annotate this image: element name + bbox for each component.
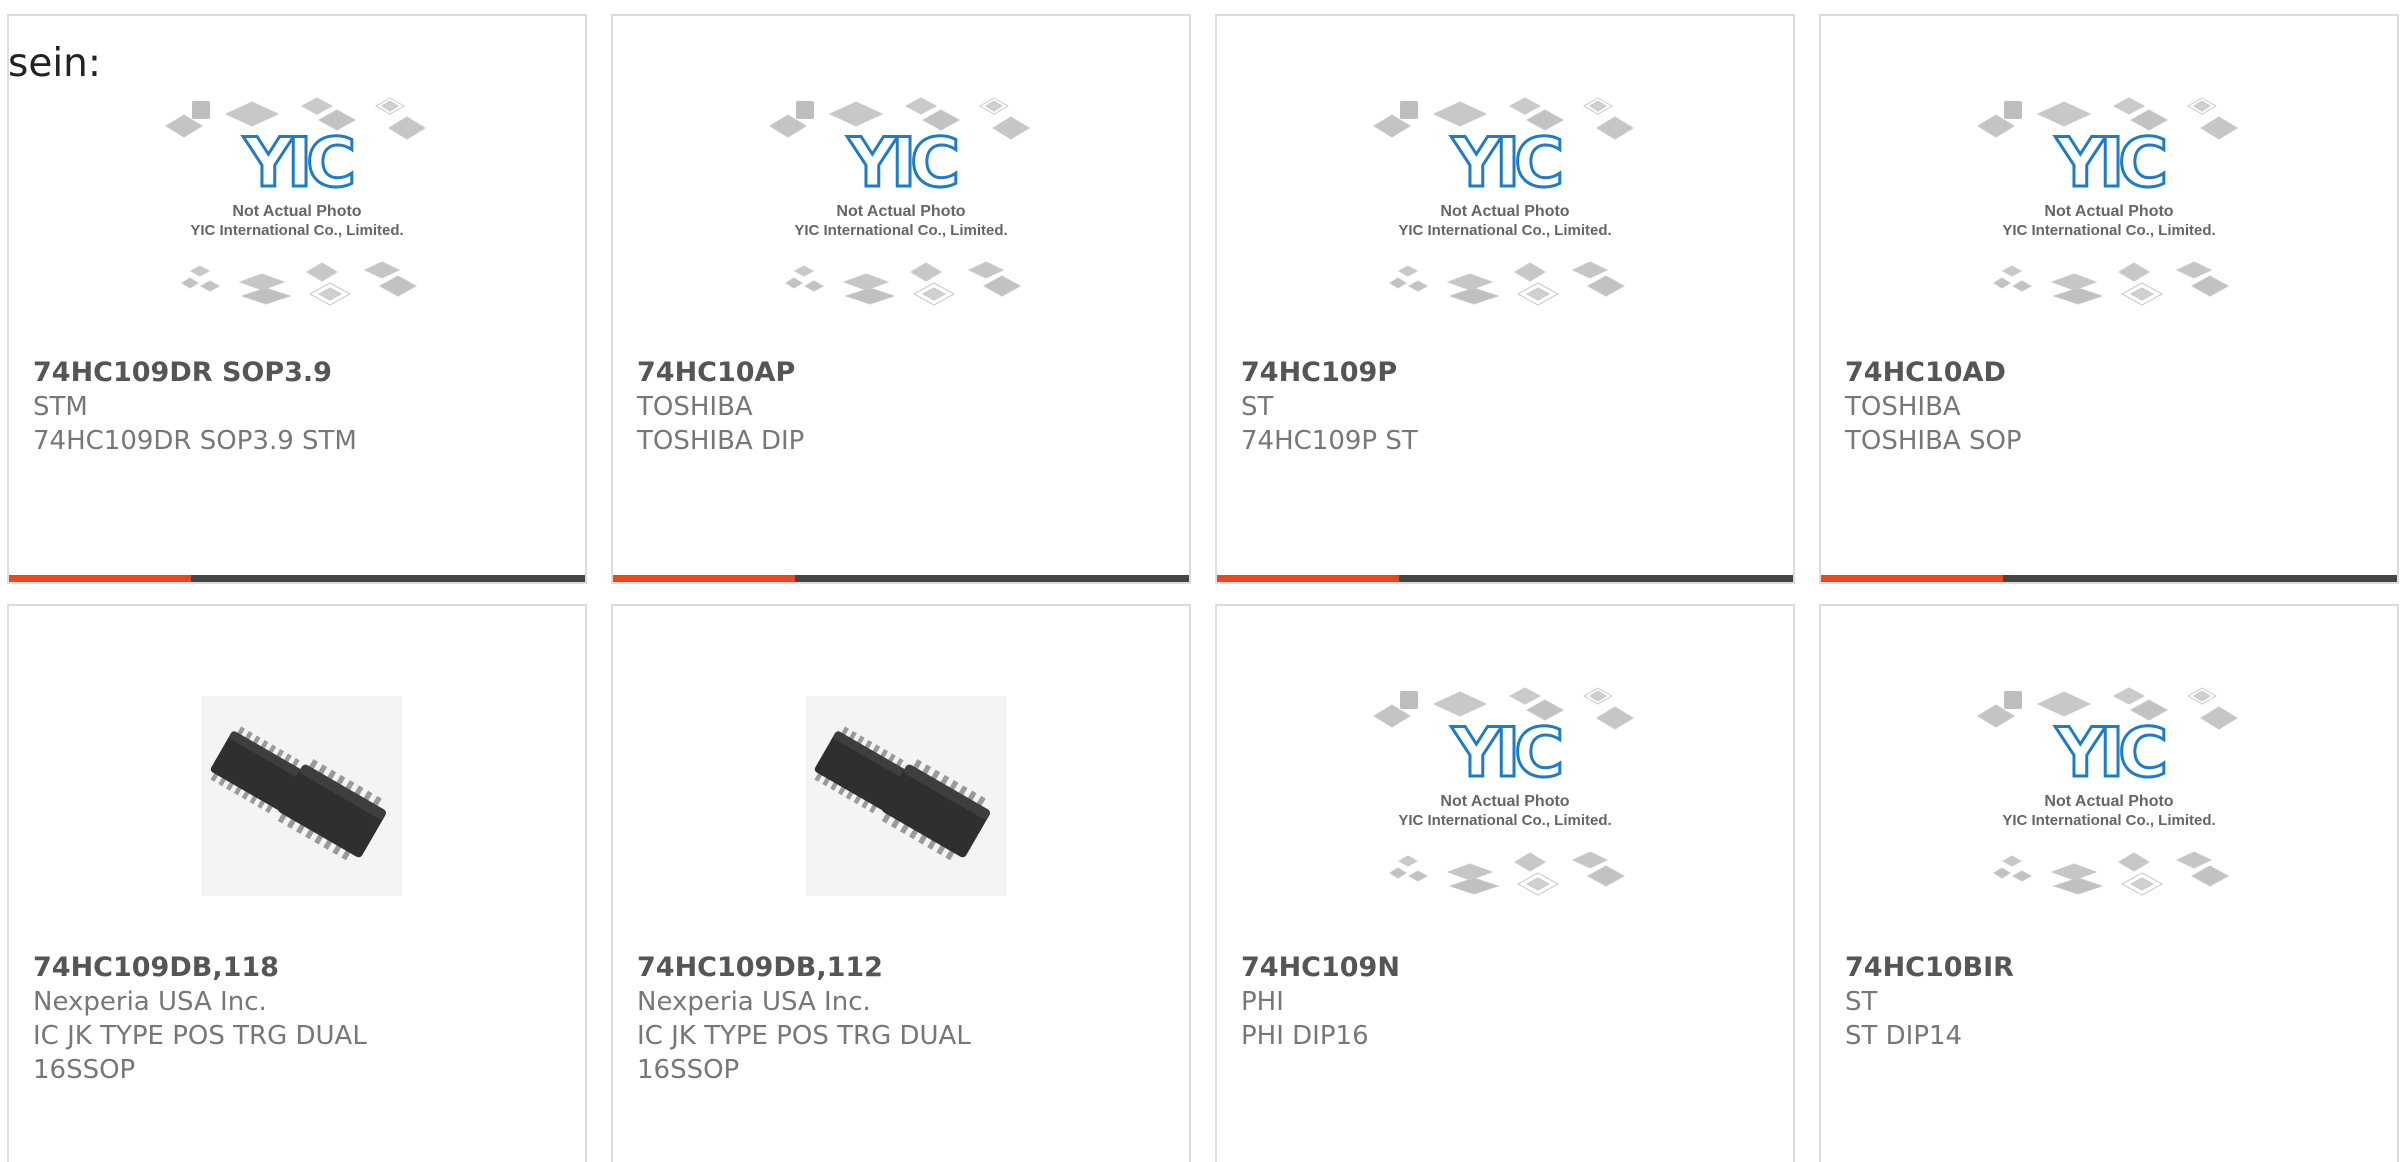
svg-text:YIC: YIC	[2055, 714, 2165, 793]
company-name-text: YIC International Co., Limited.	[794, 222, 1007, 239]
company-name-text: YIC International Co., Limited.	[2002, 812, 2215, 829]
product-card[interactable]: 74HC109DB,112 Nexperia USA Inc. IC JK TY…	[611, 604, 1191, 1162]
yic-logo: YIC	[241, 123, 360, 205]
card-bottom-bar	[1821, 575, 2397, 582]
company-name-text: YIC International Co., Limited.	[1398, 812, 1611, 829]
part-number-link[interactable]: 74HC10AP	[637, 356, 1157, 390]
placeholder-logo-image: YICNot Actual Photo YIC International Co.…	[769, 97, 1030, 306]
manufacturer: Nexperia USA Inc.	[637, 987, 871, 1017]
package-outline-icons	[181, 261, 418, 306]
description-line: PHI DIP16	[1241, 1021, 1369, 1051]
product-card[interactable]: YIC Not Actual Photo YIC International Co.…	[1819, 14, 2399, 584]
accent-bar	[613, 575, 795, 582]
yic-logo: YIC	[1449, 123, 1568, 205]
product-info: 74HC10AD TOSHIBA TOSHIBA SOP	[1845, 356, 2365, 458]
svg-text:YIC: YIC	[243, 124, 353, 203]
part-number-link[interactable]: 74HC109DB,118	[33, 951, 553, 985]
not-actual-photo-text: Not Actual Photo	[2044, 203, 2173, 220]
product-card[interactable]: YIC Not Actual Photo YIC International Co.…	[1215, 14, 1795, 584]
ssop-chip-photo	[202, 696, 402, 896]
package-outline-icons	[785, 261, 1022, 306]
product-info: 74HC109DB,118 Nexperia USA Inc. IC JK TY…	[33, 951, 553, 1087]
product-image[interactable]: YIC Not Actual Photo YIC International Co.…	[1217, 86, 1793, 356]
package-outline-icons	[1389, 261, 1626, 306]
product-grid-page: sein: YIC Not Actual Photo YIC Internation…	[0, 0, 2400, 1162]
description-line: IC JK TYPE POS TRG DUAL	[33, 1021, 367, 1051]
package-outline-icons	[1993, 261, 2230, 306]
svg-text:YIC: YIC	[1451, 124, 1561, 203]
description-line: IC JK TYPE POS TRG DUAL	[637, 1021, 971, 1051]
product-image[interactable]: YIC Not Actual Photo YIC International Co.…	[613, 86, 1189, 356]
description-line: TOSHIBA DIP	[637, 426, 805, 456]
yic-logo: YIC	[1449, 713, 1568, 795]
manufacturer: TOSHIBA	[637, 392, 753, 422]
description-line: 16SSOP	[33, 1055, 136, 1085]
manufacturer: PHI	[1241, 987, 1284, 1017]
part-number-link[interactable]: 74HC109DR SOP3.9	[33, 356, 553, 390]
part-number-link[interactable]: 74HC10AD	[1845, 356, 2365, 390]
product-card[interactable]: YIC Not Actual Photo YIC International Co.…	[1819, 604, 2399, 1162]
part-number-link[interactable]: 74HC109N	[1241, 951, 1761, 985]
svg-text:YIC: YIC	[847, 124, 957, 203]
product-image[interactable]: YIC Not Actual Photo YIC International Co.…	[1821, 676, 2397, 946]
manufacturer: Nexperia USA Inc.	[33, 987, 267, 1017]
ssop-chip-photo	[806, 696, 1006, 896]
accent-bar	[1821, 575, 2003, 582]
placeholder-logo-image: YICNot Actual Photo YIC International Co.…	[165, 97, 426, 306]
yic-logo: YIC	[2053, 123, 2172, 205]
company-name-text: YIC International Co., Limited.	[190, 222, 403, 239]
company-name-text: YIC International Co., Limited.	[1398, 222, 1611, 239]
placeholder-logo-image: YICNot Actual Photo YIC International Co.…	[1977, 687, 2238, 896]
accent-bar	[1217, 575, 1399, 582]
placeholder-logo-image: YICNot Actual Photo YIC International Co.…	[1977, 97, 2238, 306]
not-actual-photo-text: Not Actual Photo	[2044, 793, 2173, 810]
product-image[interactable]: YIC Not Actual Photo YIC International Co.…	[1821, 86, 2397, 356]
svg-text:YIC: YIC	[2055, 124, 2165, 203]
product-image[interactable]: YIC Not Actual Photo YIC International Co.…	[1217, 676, 1793, 946]
product-info: 74HC109DR SOP3.9 STM 74HC109DR SOP3.9 ST…	[33, 356, 553, 458]
product-info: 74HC10AP TOSHIBA TOSHIBA DIP	[637, 356, 1157, 458]
not-actual-photo-text: Not Actual Photo	[1440, 793, 1569, 810]
product-image[interactable]	[9, 676, 585, 946]
product-image[interactable]	[613, 676, 1189, 946]
product-info: 74HC10BIR ST ST DIP14	[1845, 951, 2365, 1053]
package-outline-icons	[1389, 851, 1626, 896]
svg-text:YIC: YIC	[1451, 714, 1561, 793]
not-actual-photo-text: Not Actual Photo	[232, 203, 361, 220]
product-card[interactable]: YIC Not Actual Photo YIC International Co.…	[1215, 604, 1795, 1162]
card-bottom-bar	[1217, 575, 1793, 582]
not-actual-photo-text: Not Actual Photo	[1440, 203, 1569, 220]
product-card[interactable]: 74HC109DB,118 Nexperia USA Inc. IC JK TY…	[7, 604, 587, 1162]
description-line: TOSHIBA SOP	[1845, 426, 2022, 456]
card-bottom-bar	[613, 575, 1189, 582]
product-image[interactable]: YIC Not Actual Photo YIC International Co.…	[9, 86, 585, 356]
part-number-link[interactable]: 74HC10BIR	[1845, 951, 2365, 985]
product-info: 74HC109P ST 74HC109P ST	[1241, 356, 1761, 458]
package-outline-icons	[1993, 851, 2230, 896]
description-line: ST DIP14	[1845, 1021, 1963, 1051]
placeholder-logo-image: YICNot Actual Photo YIC International Co.…	[1373, 97, 1634, 306]
not-actual-photo-text: Not Actual Photo	[836, 203, 965, 220]
intro-text: sein:	[8, 41, 102, 86]
product-card[interactable]: YIC Not Actual Photo YIC International Co.…	[611, 14, 1191, 584]
yic-logo: YIC	[2053, 713, 2172, 795]
product-card[interactable]: YIC Not Actual Photo YIC International Co.…	[7, 14, 587, 584]
placeholder-logo-image: YICNot Actual Photo YIC International Co.…	[1373, 687, 1634, 896]
description-line: 74HC109P ST	[1241, 426, 1418, 456]
card-bottom-bar	[9, 575, 585, 582]
manufacturer: TOSHIBA	[1845, 392, 1961, 422]
yic-logo: YIC	[845, 123, 964, 205]
manufacturer: ST	[1845, 987, 1878, 1017]
manufacturer: ST	[1241, 392, 1274, 422]
manufacturer: STM	[33, 392, 88, 422]
accent-bar	[9, 575, 191, 582]
product-info: 74HC109DB,112 Nexperia USA Inc. IC JK TY…	[637, 951, 1157, 1087]
company-name-text: YIC International Co., Limited.	[2002, 222, 2215, 239]
product-info: 74HC109N PHI PHI DIP16	[1241, 951, 1761, 1053]
description-line: 74HC109DR SOP3.9 STM	[33, 426, 357, 456]
part-number-link[interactable]: 74HC109DB,112	[637, 951, 1157, 985]
description-line: 16SSOP	[637, 1055, 740, 1085]
part-number-link[interactable]: 74HC109P	[1241, 356, 1761, 390]
